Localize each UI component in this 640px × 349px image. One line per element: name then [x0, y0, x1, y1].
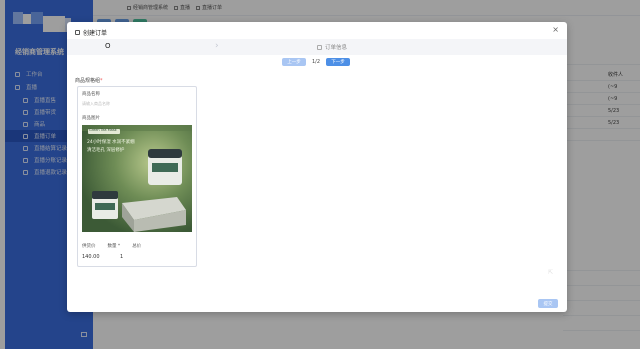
price-label: 供货价 [82, 244, 96, 249]
image-headline: 24小时保湿 水润不紧绷 [87, 140, 135, 145]
close-icon[interactable]: × [552, 26, 559, 34]
chevron-right-icon: › [215, 41, 219, 51]
product-name-input[interactable]: 请输入商品名称 [82, 101, 192, 108]
step-bar: O › 订单信息 [67, 39, 567, 55]
image-subline: 清洁毛孔 深层修护 [87, 148, 125, 153]
step-1[interactable]: O [105, 42, 111, 50]
product-image[interactable]: Green Tea Mask 24小时保湿 水润不紧绷 清洁毛孔 深层修护 [82, 125, 192, 232]
pager: 上一步 1/2 下一步 [282, 58, 351, 66]
price-value: 140.00 [82, 254, 100, 260]
quantity-input[interactable]: 1 [120, 254, 123, 260]
step-checkbox-icon [317, 44, 322, 50]
page-count: 1/2 [312, 59, 321, 65]
image-brand-text: Green Tea Mask [89, 128, 117, 132]
product-meta-labels: 供货价 数量 * 总价 [82, 243, 192, 249]
quantity-label: 数量 * [107, 244, 121, 249]
step-2[interactable]: 订单信息 [317, 43, 347, 51]
total-label: 总价 [132, 244, 142, 249]
field-label: 商品规格组* [75, 78, 103, 84]
product-card: 商品名称 请输入商品名称 商品图片 Green Tea Mask 24小时保湿 … [77, 86, 197, 267]
submit-button[interactable]: 提交 [538, 299, 558, 308]
create-order-dialog: 创建订单 × O › 订单信息 上一步 1/2 下一步 商品规格组* 商品名称 … [67, 22, 567, 312]
expand-icon[interactable]: ⇱ [548, 269, 553, 276]
next-button[interactable]: 下一步 [326, 58, 351, 66]
dialog-title: 创建订单 [75, 28, 107, 37]
product-image-label: 商品图片 [82, 116, 100, 121]
order-icon [75, 30, 80, 35]
product-name-label: 商品名称 [82, 92, 100, 97]
product-meta-values: 140.00 1 [82, 254, 192, 260]
prev-button[interactable]: 上一步 [282, 58, 306, 66]
